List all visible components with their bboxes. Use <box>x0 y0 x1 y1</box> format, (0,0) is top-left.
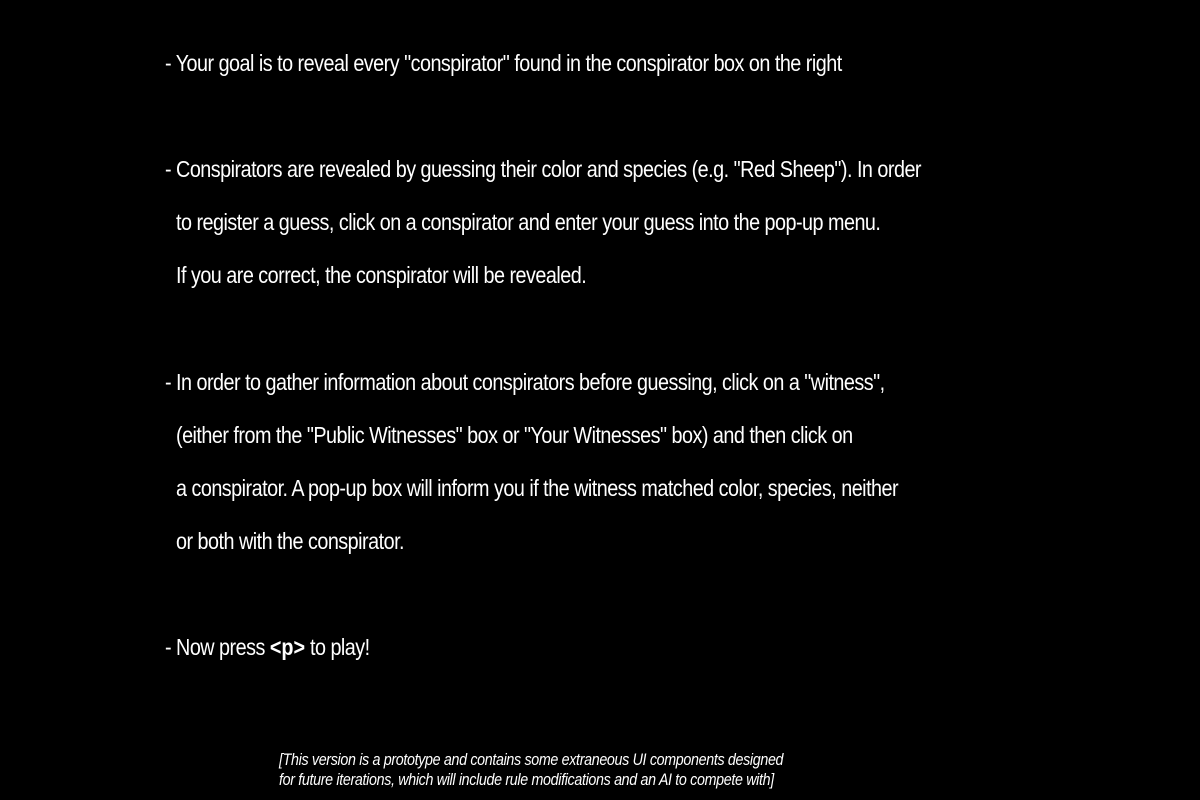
play-prefix: - Now press <box>165 634 270 660</box>
play-instruction: - Now press <p> to play! <box>165 633 370 661</box>
gather-instruction-line-1: - In order to gather information about c… <box>165 369 885 395</box>
goal-instruction: - Your goal is to reveal every "conspira… <box>165 50 842 76</box>
reveal-instruction-line-2: to register a guess, click on a conspira… <box>176 209 881 235</box>
prototype-footnote: [This version is a prototype and contain… <box>279 750 784 790</box>
gather-instruction-line-2: (either from the "Public Witnesses" box … <box>176 422 853 448</box>
footnote-line-1: [This version is a prototype and contain… <box>279 750 784 769</box>
play-suffix: to play! <box>305 634 370 660</box>
play-key-hint: <p> <box>269 634 306 660</box>
reveal-instruction-line-1: - Conspirators are revealed by guessing … <box>165 156 922 182</box>
reveal-instruction-line-3: If you are correct, the conspirator will… <box>176 262 587 288</box>
gather-instruction-line-4: or both with the conspirator. <box>176 528 405 554</box>
instructions-screen: - Your goal is to reveal every "conspira… <box>0 0 1200 800</box>
footnote-line-2: for future iterations, which will includ… <box>279 770 774 789</box>
gather-instruction-line-3: a conspirator. A pop-up box will inform … <box>176 475 899 501</box>
